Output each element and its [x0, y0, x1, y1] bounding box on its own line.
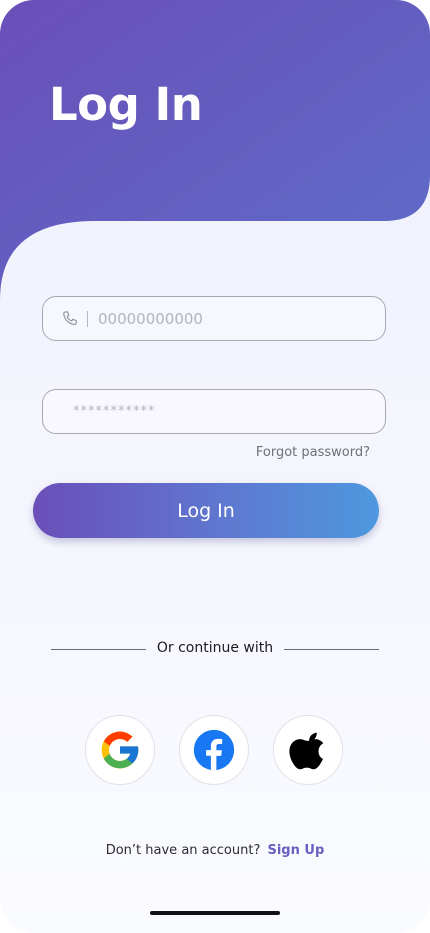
login-button[interactable]: Log In: [33, 483, 379, 538]
login-screen: Log In Forgot password? Log In Or contin…: [0, 0, 430, 933]
signup-prompt-text: Don’t have an account?: [105, 843, 261, 858]
facebook-login-button[interactable]: [179, 715, 249, 785]
password-input[interactable]: [73, 390, 363, 433]
field-divider: [87, 311, 88, 327]
phone-field[interactable]: [42, 296, 386, 341]
apple-login-button[interactable]: [273, 715, 343, 785]
or-continue-label: Or continue with: [156, 640, 274, 656]
facebook-icon: [193, 729, 235, 771]
forgot-password-link[interactable]: Forgot password?: [256, 445, 370, 460]
or-divider: Or continue with: [51, 640, 379, 660]
signup-prompt: Don’t have an account? Sign Up: [0, 843, 430, 858]
password-field[interactable]: [42, 389, 386, 434]
home-indicator: [150, 911, 280, 915]
signup-link[interactable]: Sign Up: [267, 843, 324, 858]
apple-icon: [289, 732, 324, 770]
phone-input[interactable]: [98, 297, 368, 340]
header-background: [0, 0, 430, 300]
google-login-button[interactable]: [85, 715, 155, 785]
google-icon: [101, 731, 139, 769]
page-title: Log In: [49, 78, 203, 131]
phone-icon: [63, 311, 77, 325]
divider-line-right: [284, 649, 379, 650]
